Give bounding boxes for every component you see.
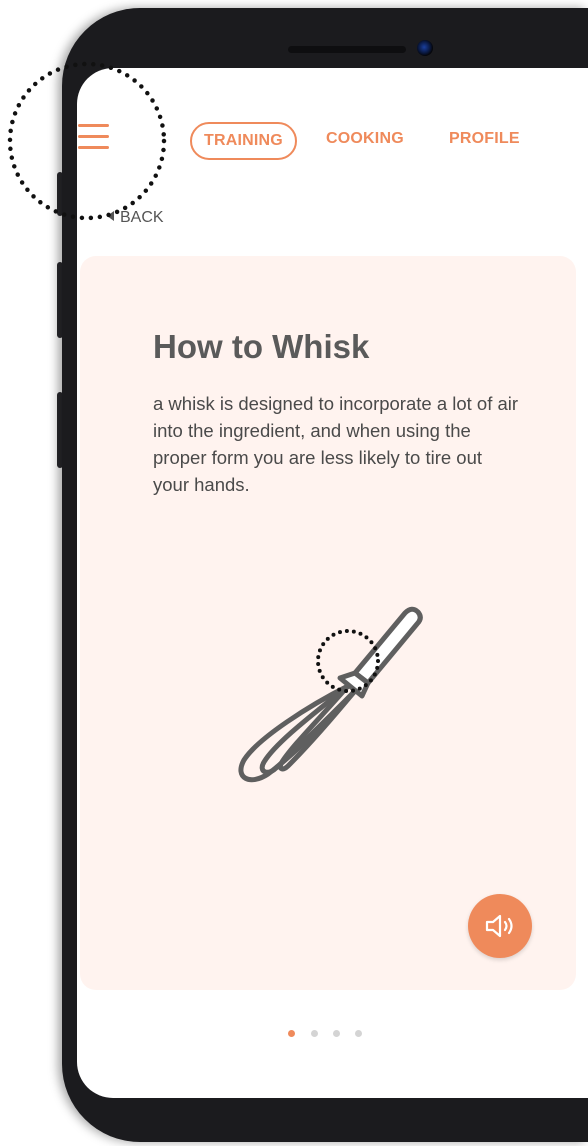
page-dot-4[interactable] [355,1030,362,1037]
lesson-title: How to Whisk [153,328,370,365]
lesson-card: How to Whisk a whisk is designed to inco… [80,256,576,990]
whisk-icon [238,606,423,783]
audio-play-button[interactable] [468,894,532,958]
tab-training[interactable]: TRAINING [190,122,297,160]
tab-cooking[interactable]: COOKING [326,120,404,158]
app-screen: TRAINING COOKING PROFILE BACK How to Whi… [77,68,588,1098]
back-button[interactable]: BACK [107,208,164,228]
back-label: BACK [120,209,164,226]
top-nav: TRAINING COOKING PROFILE [77,120,588,160]
phone-speaker [288,46,406,53]
tab-profile[interactable]: PROFILE [449,120,520,158]
back-arrow-icon [107,211,114,221]
page-dot-1[interactable] [288,1030,295,1037]
page-dot-3[interactable] [333,1030,340,1037]
page-dot-2[interactable] [311,1030,318,1037]
speaker-icon [485,914,513,938]
phone-camera [417,40,433,56]
lesson-description: a whisk is designed to incorporate a lot… [153,393,519,495]
